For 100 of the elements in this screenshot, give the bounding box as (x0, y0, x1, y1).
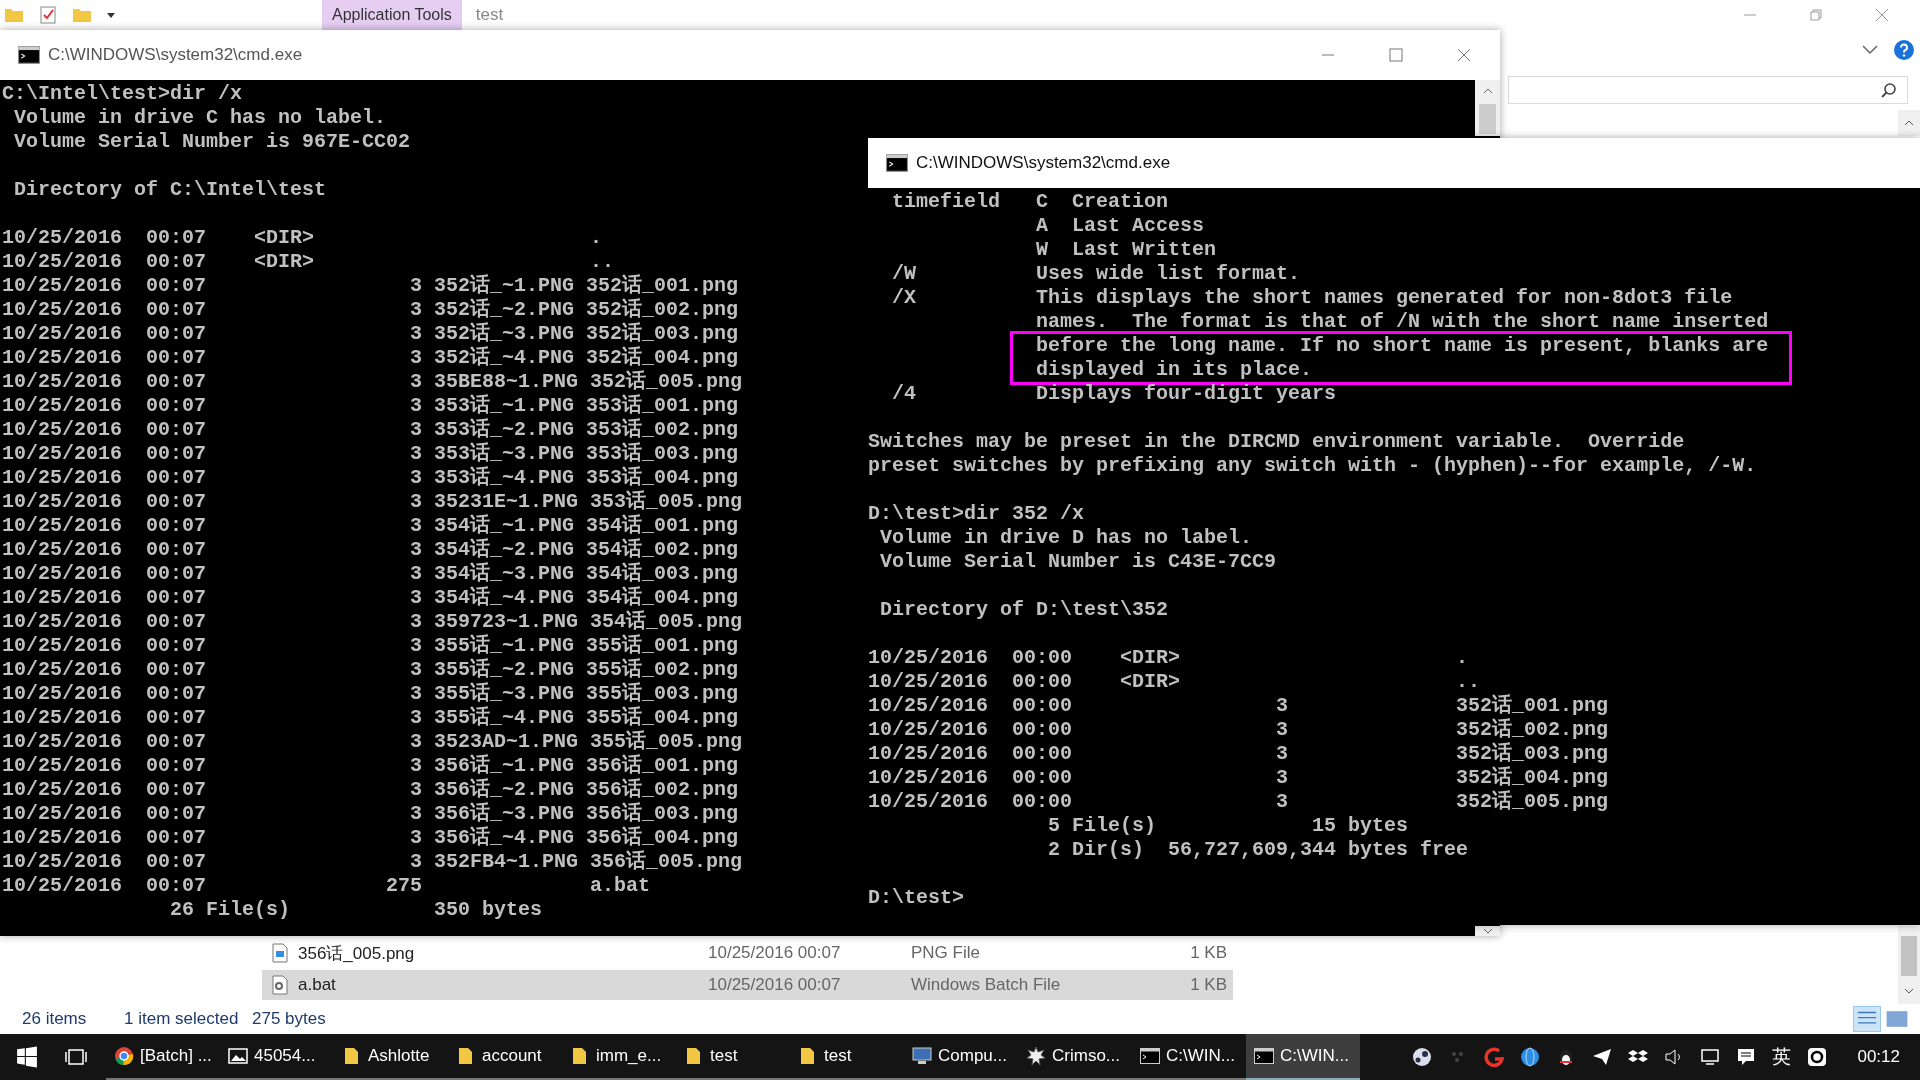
console-line: 10/25/2016 00:07 3 354话_~1.PNG 354话_001.png (2, 514, 739, 538)
console-line: names. The format is that of /N with the short name inserted (1035, 310, 1769, 334)
help-icon[interactable] (1894, 40, 1914, 60)
console-icon (18, 46, 40, 64)
task-view-icon[interactable] (64, 1047, 88, 1067)
taskbar-button[interactable]: test (676, 1034, 790, 1080)
console-line: 10/25/2016 00:07 3 356话_~2.PNG 356话_002.png (2, 778, 739, 802)
scrollbar[interactable] (1475, 80, 1500, 136)
scrollbar[interactable] (1898, 926, 1920, 1004)
console-line: 10/25/2016 00:07 3 359723~1.PNG 354话_005.png (2, 610, 743, 634)
console-line: timefield C Creation (891, 190, 1169, 214)
file-row[interactable]: 356话_005.png 10/25/2016 00:07 PNG File 1 KB (262, 938, 1233, 968)
console-line: Volume Serial Number is C43E-7CC9 (879, 550, 1277, 574)
file-type: Windows Batch File (911, 975, 1062, 995)
network-icon[interactable] (1700, 1047, 1721, 1067)
taskbar-button[interactable]: 45054... (220, 1034, 334, 1080)
file-name: 356话_005.png (298, 942, 415, 965)
console-line: preset switches by prefixing any switch with - (hyphen)--for example, /-W. (868, 454, 1757, 478)
computer-icon (912, 1046, 932, 1066)
console-line: 10/25/2016 00:07 3 35BE88~1.PNG 352话_005.png (2, 370, 743, 394)
console-line: displayed in its place. (1035, 358, 1313, 382)
console-line: 10/25/2016 00:07 3 355话_~3.PNG 355话_003.png (2, 682, 739, 706)
taskbar-button[interactable]: imm_e... (562, 1034, 676, 1080)
globe-icon[interactable] (1520, 1047, 1541, 1067)
console-line: 26 File(s) 350 bytes (169, 898, 543, 922)
console-icon (1254, 1046, 1274, 1066)
window-title: C:\WINDOWS\system32\cmd.exe (916, 153, 1171, 173)
console-line: 10/25/2016 00:07 3 35231E~1.PNG 353话_005.png (2, 490, 743, 514)
console-line: 10/25/2016 00:07 3 356话_~3.PNG 356话_003.png (2, 802, 739, 826)
ribbon-context-tab[interactable]: Application Tools (322, 0, 462, 30)
file-size: 1 KB (1189, 943, 1227, 963)
console-line: 10/25/2016 00:07 3 355话_~2.PNG 355话_002.png (2, 658, 739, 682)
taskbar-button[interactable]: Ashlotte (334, 1034, 448, 1080)
scroll-thumb[interactable] (1479, 104, 1496, 134)
console-line: 10/25/2016 00:07 3 353话_~2.PNG 353话_002.png (2, 418, 739, 442)
taskbar-button[interactable]: [Batch] ... (106, 1034, 220, 1080)
window-title: test (475, 5, 504, 25)
taskbar-button[interactable]: Crimso... (1018, 1034, 1132, 1080)
search-field[interactable] (1508, 76, 1908, 104)
file-name: a.bat (298, 975, 336, 995)
taskbar-button[interactable]: Compu... (904, 1034, 1018, 1080)
round-app-icon[interactable] (1412, 1047, 1433, 1067)
console-line: 10/25/2016 00:07 <DIR> .. (2, 250, 615, 274)
rounded-square-icon[interactable] (1807, 1047, 1828, 1067)
scroll-up-icon (1904, 120, 1914, 126)
close-icon[interactable] (1874, 7, 1890, 23)
file-date: 10/25/2016 00:07 (708, 943, 842, 963)
taskbar-button[interactable]: C:\WIN... (1246, 1034, 1360, 1080)
swirl-icon[interactable] (1484, 1047, 1505, 1067)
window-title: C:\WINDOWS\system32\cmd.exe (48, 45, 303, 65)
taskbar-button[interactable]: test (790, 1034, 904, 1080)
console-line: 10/25/2016 00:07 3 353话_~1.PNG 353话_001.png (2, 394, 739, 418)
splash-icon (1026, 1046, 1046, 1066)
chevron-down-icon[interactable] (1862, 45, 1878, 55)
clock[interactable]: 00:12 (1857, 1047, 1900, 1067)
console-line: 10/25/2016 00:00 3 352话_002.png (868, 718, 1609, 742)
picture-icon (228, 1046, 248, 1066)
console-line: 10/25/2016 00:07 3 354话_~4.PNG 354话_004.png (2, 586, 739, 610)
console-line: 10/25/2016 00:07 3 3523AD~1.PNG 355话_005.png (2, 730, 743, 754)
file-date: 10/25/2016 00:07 (708, 975, 842, 995)
console-line: W Last Written (1035, 238, 1217, 262)
console-line: 10/25/2016 00:07 3 353话_~3.PNG 353话_003.png (2, 442, 739, 466)
console-line: 10/25/2016 00:07 3 354话_~2.PNG 354话_002.png (2, 538, 739, 562)
taskbar-button[interactable]: account (448, 1034, 562, 1080)
browser-icon (114, 1046, 134, 1066)
console-line: Volume Serial Number is 967E-CC02 (13, 130, 411, 154)
console-line: /4 Displays four-digit years (891, 382, 1337, 406)
send-icon[interactable] (1592, 1047, 1613, 1067)
console-line: 10/25/2016 00:07 3 356话_~4.PNG 356话_004.png (2, 826, 739, 850)
caret-icon[interactable] (106, 10, 116, 20)
console-line: 10/25/2016 00:07 3 353话_~4.PNG 353话_004.png (2, 466, 739, 490)
input-method-button[interactable]: 英 (1772, 1044, 1792, 1070)
console-line: 10/25/2016 00:00 3 352话_004.png (868, 766, 1609, 790)
scroll-down-button[interactable] (1475, 926, 1500, 936)
console-icon (1140, 1046, 1160, 1066)
checklist-icon[interactable] (38, 5, 58, 25)
message-icon[interactable] (1736, 1047, 1757, 1067)
console-line: Volume in drive D has no label. (879, 526, 1253, 550)
scroll-thumb[interactable] (1901, 936, 1917, 976)
console-line: /X This displays the short names generated for non-8dot3 file (891, 286, 1733, 310)
console-line: 10/25/2016 00:07 3 354话_~3.PNG 354话_003.png (2, 562, 739, 586)
console-line: 10/25/2016 00:00 3 352话_005.png (868, 790, 1609, 814)
console-line: 10/25/2016 00:00 3 352话_001.png (868, 694, 1609, 718)
close-icon[interactable] (1456, 47, 1472, 63)
console-line: Switches may be preset in the DIRCMD environment variable. Override (868, 430, 1685, 454)
console-line: 10/25/2016 00:07 3 352话_~3.PNG 352话_003.png (2, 322, 739, 346)
console-line: 10/25/2016 00:07 3 352FB4~1.PNG 356话_005.png (2, 850, 743, 874)
windows-logo-icon[interactable] (16, 1046, 38, 1068)
details-view-icon[interactable] (1854, 1007, 1880, 1031)
console-line: 10/25/2016 00:00 <DIR> .. (868, 670, 1481, 694)
console-line: C:\Intel\test>dir /x (2, 82, 243, 106)
console-line: 10/25/2016 00:07 275 a.bat (2, 874, 651, 898)
scroll-down-icon[interactable] (1904, 988, 1914, 994)
scroll-up-icon[interactable] (1482, 88, 1493, 94)
console-line: 10/25/2016 00:07 <DIR> . (2, 226, 603, 250)
file-type: PNG File (911, 943, 981, 963)
file-row[interactable]: a.bat 10/25/2016 00:07 Windows Batch File 1 KB (262, 970, 1233, 1000)
console-line: 10/25/2016 00:07 3 355话_~4.PNG 355话_004.png (2, 706, 739, 730)
console-line: 10/25/2016 00:07 3 352话_~1.PNG 352话_001.png (2, 274, 739, 298)
file-size: 1 KB (1189, 975, 1227, 995)
